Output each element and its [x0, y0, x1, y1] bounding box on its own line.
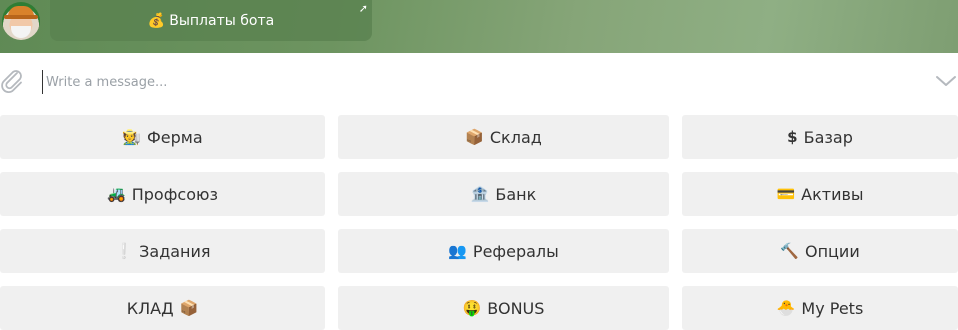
keyboard-button-assets[interactable]: 💳 Активы [682, 172, 958, 216]
farmer-icon: 🧑‍🌾 [122, 127, 142, 146]
keyboard-button-label: Базар [803, 127, 853, 147]
keyboard-button-referrals[interactable]: 👥 Рефералы [338, 229, 669, 273]
hatching-chick-icon: 🐣 [776, 298, 796, 317]
keyboard-button-label: Склад [489, 127, 542, 147]
people-icon: 👥 [448, 241, 467, 260]
package-icon: 📦 [179, 298, 199, 317]
keyboard-button-tasks[interactable]: ❕ Задания [0, 229, 325, 273]
keyboard-button-bazaar[interactable]: $ Базар [682, 115, 958, 159]
keyboard-button-bank[interactable]: 🏦 Банк [338, 172, 669, 216]
bot-avatar[interactable] [2, 2, 40, 40]
exclamation-icon: ❕ [114, 241, 134, 260]
keyboard-button-treasure[interactable]: КЛАД 📦 [0, 286, 325, 330]
keyboard-button-my-pets[interactable]: 🐣 My Pets [682, 286, 958, 330]
chat-background: 💰 Выплаты бота ➚ [0, 0, 958, 53]
keyboard-button-label: My Pets [801, 298, 864, 318]
bot-reply-keyboard: 🧑‍🌾 Ферма 📦 Склад $ Базар 🚜 Профсоюз 🏦 Б… [0, 115, 958, 330]
bot-payouts-button[interactable]: 💰 Выплаты бота ➚ [50, 0, 372, 41]
keyboard-button-label: Опции [804, 241, 860, 261]
bot-payouts-label: Выплаты бота [169, 12, 275, 29]
keyboard-button-label: Ферма [147, 127, 203, 147]
chevron-down-icon[interactable] [934, 73, 958, 89]
keyboard-button-label: Рефералы [472, 241, 559, 261]
hammer-icon: 🔨 [780, 241, 799, 260]
attach-paperclip-icon[interactable] [0, 67, 24, 95]
money-face-icon: 🤑 [462, 298, 482, 317]
money-bag-icon: 💰 [147, 12, 166, 29]
external-link-arrow-icon: ➚ [358, 2, 368, 15]
keyboard-button-label: Профсоюз [131, 184, 218, 204]
bank-icon: 🏦 [470, 184, 490, 203]
credit-card-icon: 💳 [776, 184, 796, 203]
keyboard-button-warehouse[interactable]: 📦 Склад [338, 115, 669, 159]
message-input[interactable] [42, 70, 908, 94]
tractor-icon: 🚜 [107, 184, 126, 203]
package-icon: 📦 [465, 127, 484, 146]
keyboard-button-label: КЛАД [126, 298, 174, 318]
dollar-icon: $ [787, 127, 798, 146]
keyboard-button-options[interactable]: 🔨 Опции [682, 229, 958, 273]
keyboard-button-bonus[interactable]: 🤑 BONUS [338, 286, 669, 330]
keyboard-button-label: Задания [139, 241, 211, 261]
keyboard-button-label: Активы [801, 184, 864, 204]
keyboard-button-union[interactable]: 🚜 Профсоюз [0, 172, 325, 216]
avatar-beard [11, 26, 31, 38]
message-composer [0, 53, 958, 109]
avatar-hat-brim [4, 15, 38, 19]
keyboard-button-label: Банк [495, 184, 537, 204]
keyboard-button-label: BONUS [487, 298, 545, 318]
keyboard-button-farm[interactable]: 🧑‍🌾 Ферма [0, 115, 325, 159]
